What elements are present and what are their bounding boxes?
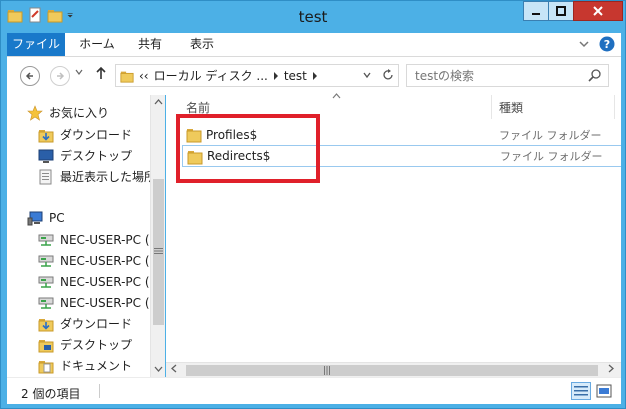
recent-places-icon: [39, 169, 52, 184]
tab-file[interactable]: ファイル: [7, 33, 65, 56]
breadcrumb-separator-icon[interactable]: [273, 71, 279, 80]
scroll-down-icon[interactable]: [154, 366, 163, 372]
details-view-icon: [574, 386, 588, 396]
search-input[interactable]: [413, 67, 583, 84]
up-arrow-icon[interactable]: [95, 66, 107, 80]
nav-item-label: PC: [49, 210, 65, 225]
chevron-down-icon[interactable]: [362, 68, 372, 82]
maximize-button[interactable]: [548, 1, 574, 21]
nav-item-label: ダウンロード: [60, 128, 133, 142]
chevron-down-icon[interactable]: [579, 40, 589, 48]
file-list-horizontal-scrollbar[interactable]: [166, 362, 621, 377]
recent-locations-chevron-icon[interactable]: [75, 69, 83, 75]
scroll-right-icon[interactable]: [608, 364, 614, 373]
arrow-right-icon: [57, 72, 65, 80]
desktop-folder-icon: [38, 339, 54, 352]
item-count: 2 個の項目: [21, 387, 81, 401]
ribbon-right-controls: ?: [579, 36, 615, 52]
scroll-left-icon[interactable]: [171, 364, 177, 373]
back-button[interactable]: [20, 66, 40, 86]
explorer-window: test ファイル ホーム 共有 表示 ? ‹‹ ローカル ディスク ... t…: [0, 0, 626, 409]
nav-item-desktop[interactable]: デスクトップ: [38, 145, 132, 166]
ribbon-tabs: ファイル ホーム 共有 表示 ?: [7, 33, 621, 57]
nav-item-pc-downloads[interactable]: ダウンロード: [38, 313, 132, 334]
network-drive-icon: [38, 276, 54, 288]
column-header-type[interactable]: 種類: [499, 99, 523, 116]
nav-item-label: お気に入り: [49, 106, 110, 120]
download-folder-icon: [38, 318, 54, 331]
address-bar[interactable]: ‹‹ ローカル ディスク ... test: [115, 64, 399, 87]
nav-item-network-drive-3[interactable]: NEC-USER-PC (: [38, 271, 150, 292]
nav-item-label: デスクトップ: [60, 338, 133, 352]
close-button[interactable]: [573, 1, 623, 21]
nav-item-label: NEC-USER-PC (: [60, 274, 150, 289]
minimize-button[interactable]: [523, 1, 549, 21]
nav-item-label: NEC-USER-PC (: [60, 295, 150, 310]
network-drive-icon: [38, 255, 54, 267]
desktop-icon: [38, 149, 54, 163]
svg-text:?: ?: [604, 38, 610, 51]
nav-item-pc-documents[interactable]: ドキュメント: [38, 355, 132, 376]
navigation-pane: お気に入り ダウンロード デスクトップ 最近表示した場所 PC NEC-USER…: [7, 95, 150, 377]
computer-icon: [27, 211, 43, 225]
file-type: ファイル フォルダー: [499, 129, 602, 142]
nav-item-label: NEC-USER-PC (: [60, 253, 150, 268]
column-divider[interactable]: [614, 95, 615, 119]
tab-home[interactable]: ホーム: [77, 33, 117, 56]
scroll-grip-icon: [154, 248, 163, 254]
file-type: ファイル フォルダー: [500, 150, 603, 163]
help-icon[interactable]: ?: [599, 36, 615, 52]
search-icon[interactable]: [588, 68, 602, 82]
tab-share[interactable]: 共有: [135, 33, 165, 56]
large-icons-view-button[interactable]: [594, 382, 614, 400]
nav-item-network-drive-4[interactable]: NEC-USER-PC (: [38, 292, 150, 313]
breadcrumb-separator-icon[interactable]: [312, 71, 318, 80]
nav-item-recent-places[interactable]: 最近表示した場所: [38, 166, 150, 187]
search-box[interactable]: [406, 64, 609, 87]
scroll-grip-icon: [324, 366, 330, 375]
nav-item-network-drive-2[interactable]: NEC-USER-PC (: [38, 250, 150, 271]
sort-ascending-icon: [332, 93, 341, 99]
network-drive-icon: [38, 297, 54, 309]
close-icon: [593, 6, 603, 16]
forward-button[interactable]: [50, 66, 70, 86]
tab-view[interactable]: 表示: [187, 33, 217, 56]
scroll-up-icon[interactable]: [154, 99, 163, 105]
nav-item-pc-desktop[interactable]: デスクトップ: [38, 334, 132, 355]
title-bar: test: [1, 1, 625, 33]
breadcrumb-overflow[interactable]: ‹‹: [139, 69, 149, 83]
arrow-left-icon: [25, 72, 33, 80]
maximize-icon: [556, 6, 566, 16]
breadcrumb-test[interactable]: test: [284, 69, 307, 83]
column-divider[interactable]: [491, 95, 492, 119]
details-view-button[interactable]: [571, 382, 591, 400]
documents-folder-icon: [38, 360, 54, 373]
download-folder-icon: [38, 129, 54, 142]
nav-item-label: 最近表示した場所: [60, 170, 150, 184]
scrollbar-thumb[interactable]: [186, 365, 598, 376]
large-icons-view-icon: [596, 384, 612, 398]
navigation-bar: ‹‹ ローカル ディスク ... test: [7, 57, 621, 95]
nav-item-label: NEC-USER-PC (: [60, 232, 150, 247]
nav-item-network-drive-1[interactable]: NEC-USER-PC (: [38, 229, 150, 250]
nav-pane-scrollbar[interactable]: [150, 95, 165, 377]
minimize-icon: [532, 13, 540, 15]
refresh-icon[interactable]: [382, 68, 394, 82]
nav-item-label: ドキュメント: [60, 359, 133, 373]
nav-item-label: ダウンロード: [60, 317, 133, 331]
highlight-box: [176, 114, 320, 183]
star-icon: [27, 104, 43, 121]
network-drive-icon: [38, 234, 54, 246]
nav-item-downloads[interactable]: ダウンロード: [38, 124, 132, 145]
nav-item-label: デスクトップ: [60, 149, 133, 163]
nav-item-favorites[interactable]: お気に入り: [27, 102, 109, 123]
status-bar: 2 個の項目: [7, 377, 621, 404]
breadcrumb-local-disk[interactable]: ローカル ディスク ...: [154, 67, 268, 84]
address-bar-controls: [362, 68, 394, 82]
status-divider: [99, 384, 100, 398]
folder-icon: [120, 71, 134, 83]
nav-item-pc[interactable]: PC: [27, 207, 65, 228]
